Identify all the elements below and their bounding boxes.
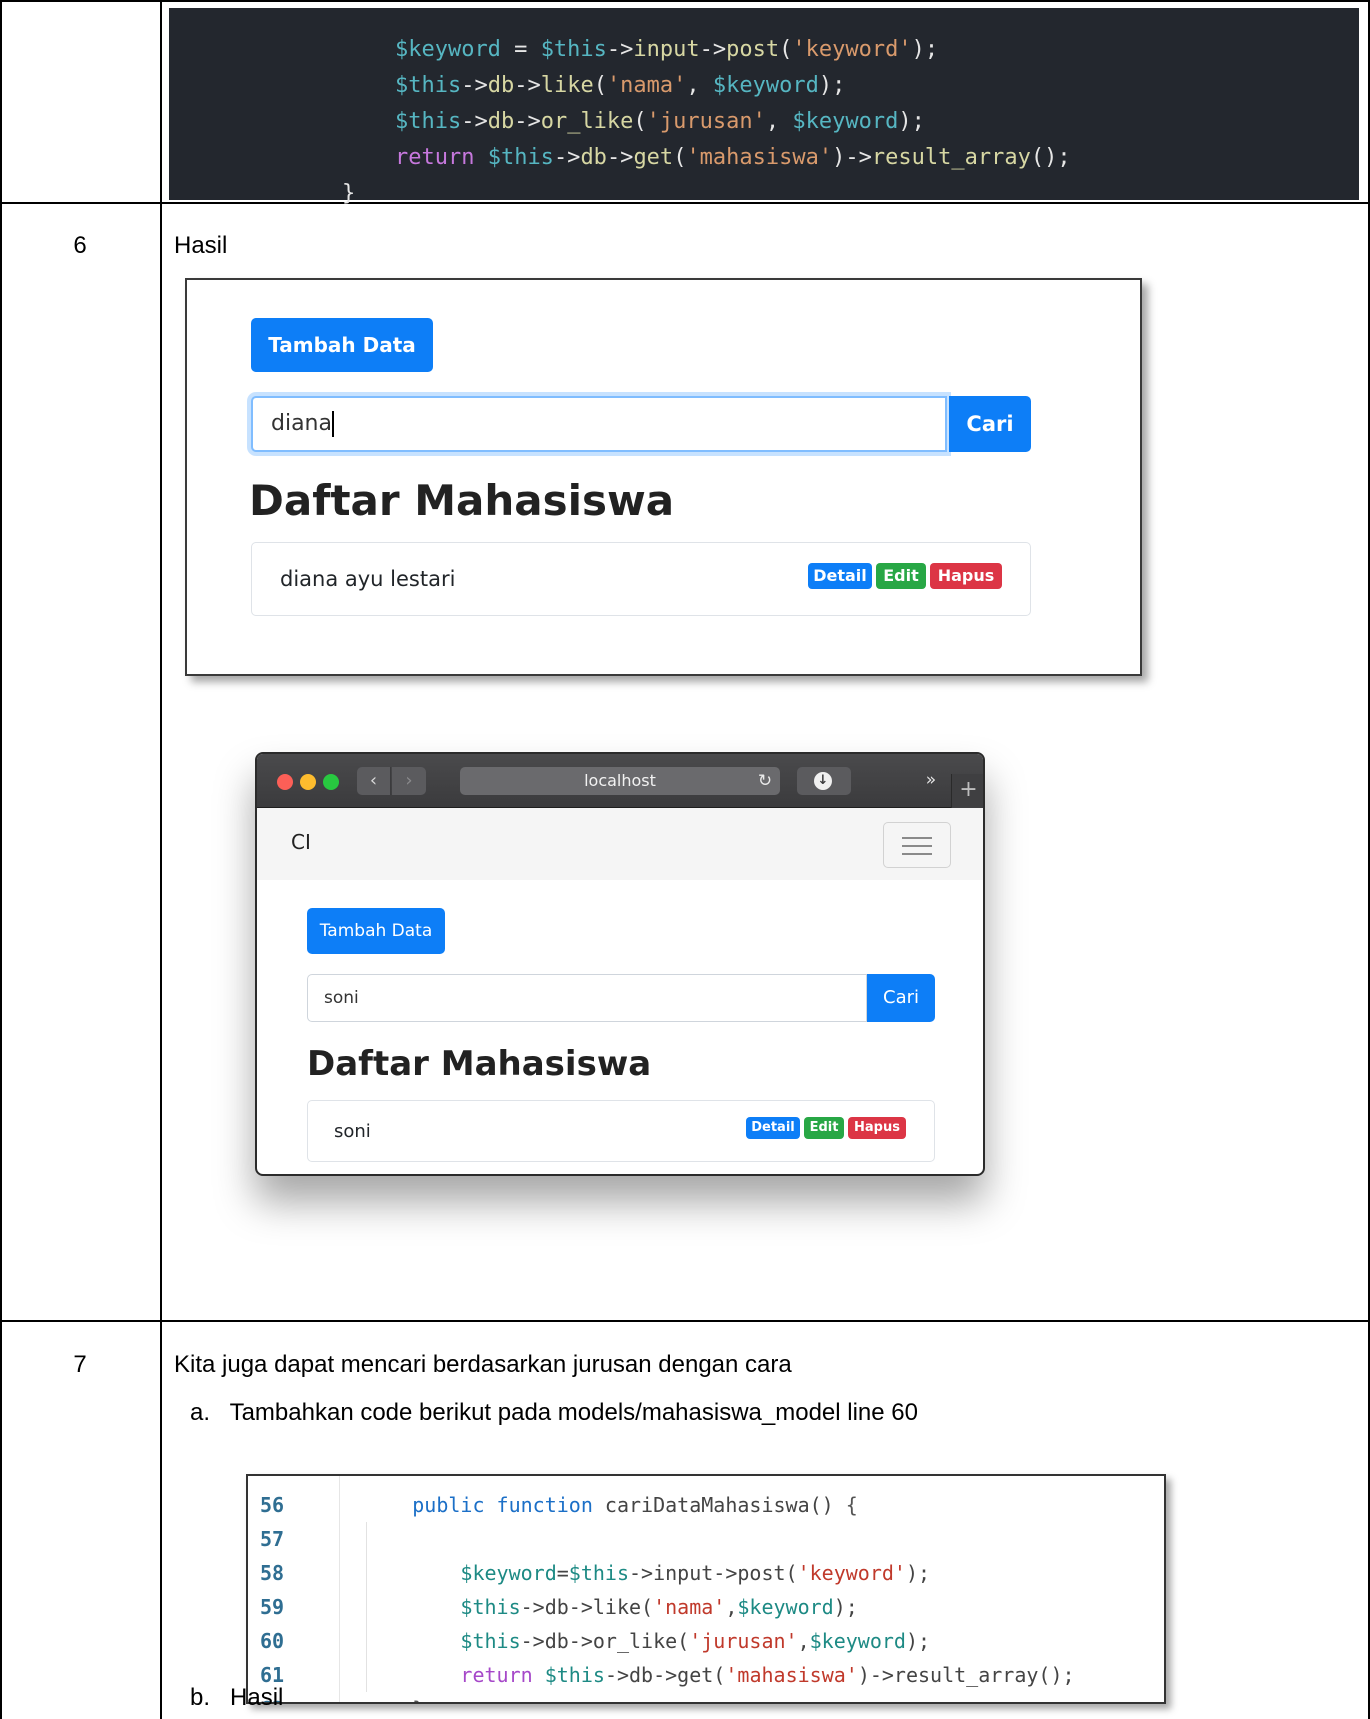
code-line: public function cariDataMahasiswa() { [412, 1493, 858, 1517]
student-name: diana ayu lestari [280, 567, 456, 591]
screenshot-search-diana: Tambah Data diana Cari Daftar Mahasiswa … [185, 278, 1142, 676]
delete-badge[interactable]: Hapus [848, 1117, 906, 1139]
browser-titlebar: ‹ › localhost ↻ ↓ » + [257, 754, 983, 808]
code-line: $this->db->like('nama',$keyword); [460, 1595, 858, 1619]
navbar-brand[interactable]: CI [291, 830, 311, 854]
downloads-button[interactable]: ↓ [797, 767, 851, 795]
more-icon[interactable]: » [920, 767, 942, 795]
reload-icon[interactable]: ↻ [754, 767, 776, 795]
line-number: 59 [260, 1595, 285, 1619]
list-heading: Daftar Mahasiswa [307, 1044, 652, 1084]
table-column-divider [160, 0, 162, 1719]
list-heading: Daftar Mahasiswa [249, 476, 675, 525]
result-list-item: diana ayu lestari Detail Edit Hapus [251, 542, 1031, 616]
forward-icon[interactable]: › [392, 767, 426, 795]
edit-badge[interactable]: Edit [804, 1117, 844, 1139]
code-line: } [341, 181, 356, 206]
code-lines: public function cariDataMahasiswa() { $k… [340, 1476, 1164, 1702]
line-number: 58 [260, 1561, 285, 1585]
row-number-6: 6 [73, 232, 87, 259]
code-line: $this->db->like('nama', $keyword); [394, 73, 846, 98]
minimize-window-icon[interactable] [300, 774, 316, 790]
back-icon[interactable]: ‹ [357, 767, 391, 795]
app-navbar: CI [257, 808, 983, 880]
code-block-top: $keyword = $this->input->post('keyword')… [169, 8, 1359, 206]
code-line: return $this->db->get('mahasiswa')->resu… [460, 1663, 1075, 1687]
hamburger-icon [902, 853, 932, 855]
code-line: return $this->db->get('mahasiswa')->resu… [394, 145, 1071, 170]
add-data-button[interactable]: Tambah Data [307, 908, 445, 954]
row6-title: Hasil [174, 232, 228, 259]
browser-window-screenshot: ‹ › localhost ↻ ↓ » + CI Tambah Data son… [255, 752, 985, 1176]
hamburger-icon [902, 845, 932, 847]
code-line: $keyword = $this->input->post('keyword')… [394, 37, 939, 62]
code-line: $keyword=$this->input->post('keyword'); [460, 1561, 931, 1585]
result-list-item: soni Detail Edit Hapus [307, 1100, 935, 1162]
student-name: soni [334, 1121, 371, 1142]
line-number: 60 [260, 1629, 285, 1653]
search-button[interactable]: Cari [867, 974, 935, 1022]
search-input-value: diana [271, 411, 332, 436]
row7-intro: Kita juga dapat mencari berdasarkan juru… [174, 1351, 792, 1378]
new-tab-icon[interactable]: + [951, 774, 983, 808]
address-bar[interactable]: localhost [460, 767, 780, 795]
search-input[interactable]: soni [307, 974, 867, 1022]
search-button[interactable]: Cari [949, 396, 1031, 452]
code-line: $this->db->or_like('jurusan', $keyword); [394, 109, 925, 134]
detail-badge[interactable]: Detail [746, 1117, 800, 1139]
search-input[interactable]: diana [251, 396, 947, 452]
step-b-text: b. Hasil [190, 1684, 284, 1711]
step-a-text: a. Tambahkan code berikut pada models/ma… [190, 1399, 918, 1426]
detail-badge[interactable]: Detail [808, 563, 872, 589]
zoom-window-icon[interactable] [323, 774, 339, 790]
navbar-toggler-button[interactable] [883, 822, 951, 868]
line-number: 57 [260, 1527, 285, 1551]
row-number-7: 7 [73, 1351, 87, 1378]
hamburger-icon [902, 837, 932, 839]
download-icon: ↓ [814, 772, 832, 790]
code-line: $this->db->or_like('jurusan',$keyword); [460, 1629, 931, 1653]
line-number: 56 [260, 1493, 285, 1517]
edit-badge[interactable]: Edit [876, 563, 926, 589]
close-window-icon[interactable] [277, 774, 293, 790]
line-number-gutter: 56575859606162 [248, 1476, 340, 1702]
code-editor-screenshot: 56575859606162 public function cariDataM… [246, 1474, 1166, 1704]
table-row-divider [0, 1320, 1370, 1322]
text-caret [331, 411, 334, 437]
add-data-button[interactable]: Tambah Data [251, 318, 433, 372]
code-line: } [340, 1692, 1164, 1702]
delete-badge[interactable]: Hapus [930, 563, 1002, 589]
